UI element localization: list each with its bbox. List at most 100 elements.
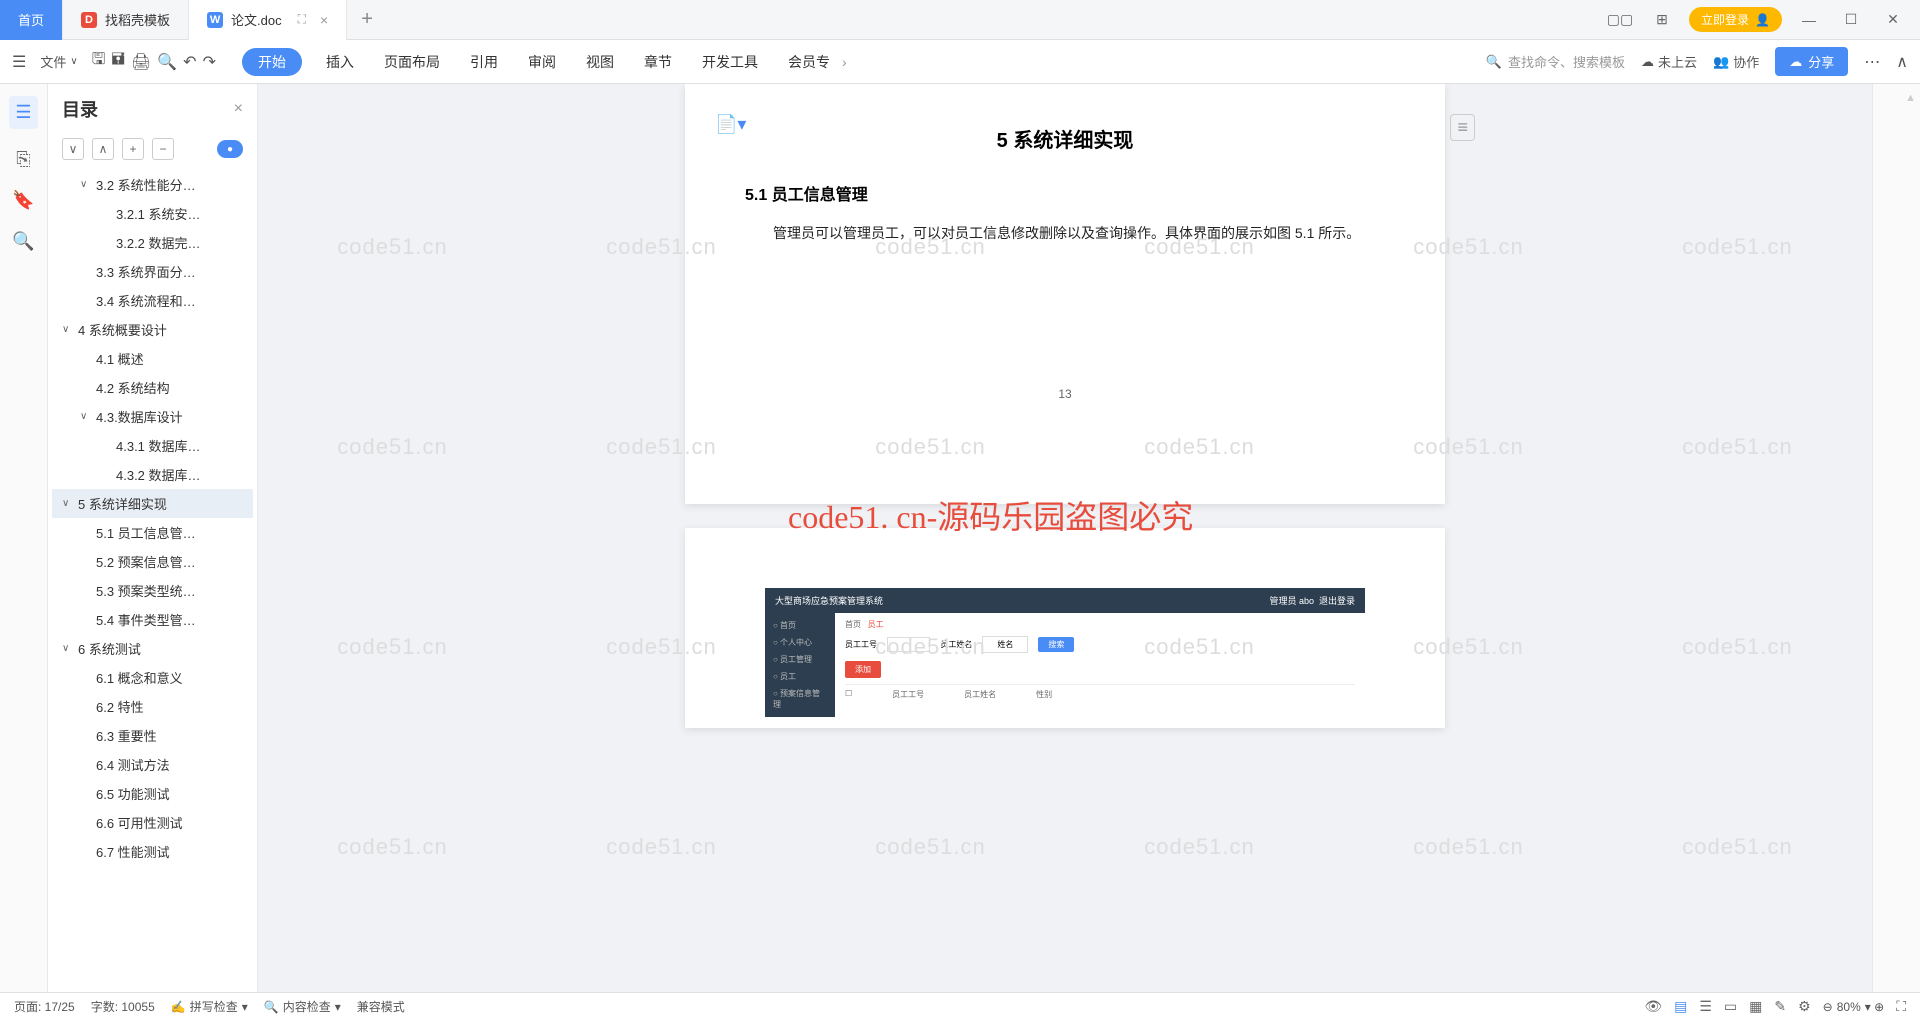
close-button[interactable]: ✕	[1878, 11, 1908, 28]
ribbon-tab-0[interactable]: 开始	[242, 48, 302, 76]
sync-toggle[interactable]: ●	[217, 140, 243, 158]
right-rail: ▲	[1872, 84, 1920, 992]
spellcheck-button[interactable]: ✍拼写检查 ▾	[171, 998, 248, 1015]
scrollbar-up-icon[interactable]: ▲	[1905, 92, 1916, 104]
sections-icon[interactable]: ⎘	[16, 149, 30, 170]
ribbon-tab-4[interactable]: 审阅	[522, 48, 562, 76]
save-icon[interactable]: 🖫	[92, 48, 106, 75]
outline-item[interactable]: 5.3 预案类型统…	[52, 576, 253, 605]
read-view-icon[interactable]: ▭	[1724, 998, 1737, 1015]
heading-1: 5 系统详细实现	[745, 124, 1385, 153]
paragraph: 管理员可以管理员工，可以对员工信息修改删除以及查询操作。具体界面的展示如图 5.…	[745, 219, 1385, 247]
page-marker-icon[interactable]: 📄▾	[715, 114, 746, 135]
outline-view-icon[interactable]: ☰	[1699, 998, 1712, 1015]
web-view-icon[interactable]: ▦	[1749, 998, 1762, 1015]
outline-item[interactable]: ∨4 系统概要设计	[52, 315, 253, 344]
page-settings-icon[interactable]: ≡	[1450, 114, 1475, 141]
outline-item[interactable]: 6.4 测试方法	[52, 750, 253, 779]
maximize-button[interactable]: ☐	[1836, 11, 1866, 28]
expand-all-icon[interactable]: ∧	[92, 138, 114, 160]
outline-item[interactable]: 4.1 概述	[52, 344, 253, 373]
page: 📄▾ ≡ 5 系统详细实现 5.1 员工信息管理 管理员可以管理员工，可以对员工…	[685, 84, 1445, 504]
outline-item[interactable]: 3.2.2 数据完…	[52, 228, 253, 257]
add-heading-icon[interactable]: +	[122, 138, 144, 160]
remove-heading-icon[interactable]: −	[152, 138, 174, 160]
find-icon[interactable]: 🔍	[12, 231, 34, 252]
tab-templates[interactable]: D 找稻壳模板	[63, 0, 189, 40]
apps-icon[interactable]: ⊞	[1647, 11, 1677, 28]
outline-item[interactable]: 5.4 事件类型管…	[52, 605, 253, 634]
outline-item[interactable]: 3.3 系统界面分…	[52, 257, 253, 286]
outline-item[interactable]: 4.2 系统结构	[52, 373, 253, 402]
login-button[interactable]: 立即登录 👤	[1689, 7, 1782, 32]
tab-home[interactable]: 首页	[0, 0, 63, 40]
outline-item[interactable]: 4.3.1 数据库…	[52, 431, 253, 460]
layout-icon[interactable]: ▢▢	[1605, 11, 1635, 28]
ribbon-tab-8[interactable]: 会员专	[782, 48, 836, 76]
saveas-icon[interactable]: 🖬	[111, 48, 125, 75]
cloud-status[interactable]: ☁ 未上云	[1641, 52, 1697, 71]
template-icon: D	[81, 12, 97, 28]
outline-panel: 目录 × ∨ ∧ + − ● ∨3.2 系统性能分…3.2.1 系统安…3.2.…	[48, 84, 258, 992]
settings-icon[interactable]: ⚙	[1798, 998, 1811, 1015]
outline-item[interactable]: ∨6 系统测试	[52, 634, 253, 663]
more-icon[interactable]: ⋯	[1864, 52, 1880, 72]
ribbon-tab-7[interactable]: 开发工具	[696, 48, 764, 76]
spellcheck-icon: ✍	[171, 1000, 186, 1014]
tools-icon[interactable]: ✎	[1774, 998, 1786, 1015]
outline-close-icon[interactable]: ×	[234, 100, 243, 118]
outline-item[interactable]: 6.2 特性	[52, 692, 253, 721]
undo-icon[interactable]: ↶	[183, 52, 196, 72]
zoom-control[interactable]: ⊖ 80% ▾ ⊕	[1823, 1000, 1885, 1014]
preview-icon[interactable]: 🔍	[157, 52, 177, 72]
document-viewport[interactable]: code51.cncode51.cncode51.cncode51.cncode…	[258, 84, 1872, 992]
print-icon[interactable]: 🖨	[131, 52, 151, 72]
titlebar: 首页 D 找稻壳模板 W 论文.doc ⛶ × + ▢▢ ⊞ 立即登录 👤 — …	[0, 0, 1920, 40]
menu-icon[interactable]: ☰	[12, 52, 26, 72]
outline-icon[interactable]: ☰	[9, 96, 37, 129]
outline-item[interactable]: 6.6 可用性测试	[52, 808, 253, 837]
collapse-all-icon[interactable]: ∨	[62, 138, 84, 160]
screen-icon[interactable]: ⛶	[298, 12, 306, 27]
outline-item[interactable]: 5.1 员工信息管…	[52, 518, 253, 547]
fullscreen-icon[interactable]: ⛶	[1896, 998, 1906, 1015]
outline-item[interactable]: 6.7 性能测试	[52, 837, 253, 866]
tab-document[interactable]: W 论文.doc ⛶ ×	[189, 0, 347, 40]
statusbar: 页面: 17/25 字数: 10055 ✍拼写检查 ▾ 🔍内容检查 ▾ 兼容模式…	[0, 992, 1920, 1020]
bookmark-icon[interactable]: 🔖	[12, 190, 34, 211]
outline-item[interactable]: 5.2 预案信息管…	[52, 547, 253, 576]
ribbon-tab-1[interactable]: 插入	[320, 48, 360, 76]
outline-item[interactable]: 6.5 功能测试	[52, 779, 253, 808]
ribbon-tab-5[interactable]: 视图	[580, 48, 620, 76]
outline-item[interactable]: 6.3 重要性	[52, 721, 253, 750]
share-button[interactable]: ☁ 分享	[1775, 47, 1848, 76]
ribbon-tab-6[interactable]: 章节	[638, 48, 678, 76]
ribbon-tab-2[interactable]: 页面布局	[378, 48, 446, 76]
collab-icon: 👥	[1713, 54, 1729, 70]
outline-item[interactable]: 3.4 系统流程和…	[52, 286, 253, 315]
outline-item[interactable]: ∨5 系统详细实现	[52, 489, 253, 518]
page-indicator[interactable]: 页面: 17/25	[14, 998, 75, 1015]
page-view-icon[interactable]: ▤	[1674, 998, 1687, 1015]
outline-item[interactable]: ∨3.2 系统性能分…	[52, 170, 253, 199]
ribbon-tab-3[interactable]: 引用	[464, 48, 504, 76]
close-icon[interactable]: ×	[320, 12, 328, 28]
eye-icon[interactable]: 👁	[1644, 998, 1662, 1015]
outline-item[interactable]: 3.2.1 系统安…	[52, 199, 253, 228]
outline-item[interactable]: ∨4.3.数据库设计	[52, 402, 253, 431]
collapse-icon[interactable]: ∧	[1896, 52, 1908, 72]
word-count[interactable]: 字数: 10055	[91, 998, 155, 1015]
collab-button[interactable]: 👥 协作	[1713, 52, 1759, 71]
content-check-button[interactable]: 🔍内容检查 ▾	[264, 998, 341, 1015]
ribbon-more-icon[interactable]: ›	[842, 54, 847, 70]
compat-mode[interactable]: 兼容模式	[357, 998, 405, 1015]
page: 大型商场应急预案管理系统 管理员 abo 退出登录 ○ 首页○ 个人中心○ 员工…	[685, 528, 1445, 728]
outline-item[interactable]: 6.1 概念和意义	[52, 663, 253, 692]
redo-icon[interactable]: ↷	[203, 52, 216, 72]
user-icon: 👤	[1755, 13, 1770, 27]
new-tab-button[interactable]: +	[347, 8, 387, 31]
minimize-button[interactable]: —	[1794, 12, 1824, 28]
command-search[interactable]: 🔍 查找命令、搜索模板	[1486, 52, 1625, 71]
outline-item[interactable]: 4.3.2 数据库…	[52, 460, 253, 489]
file-menu[interactable]: 文件 ∨	[32, 48, 85, 75]
